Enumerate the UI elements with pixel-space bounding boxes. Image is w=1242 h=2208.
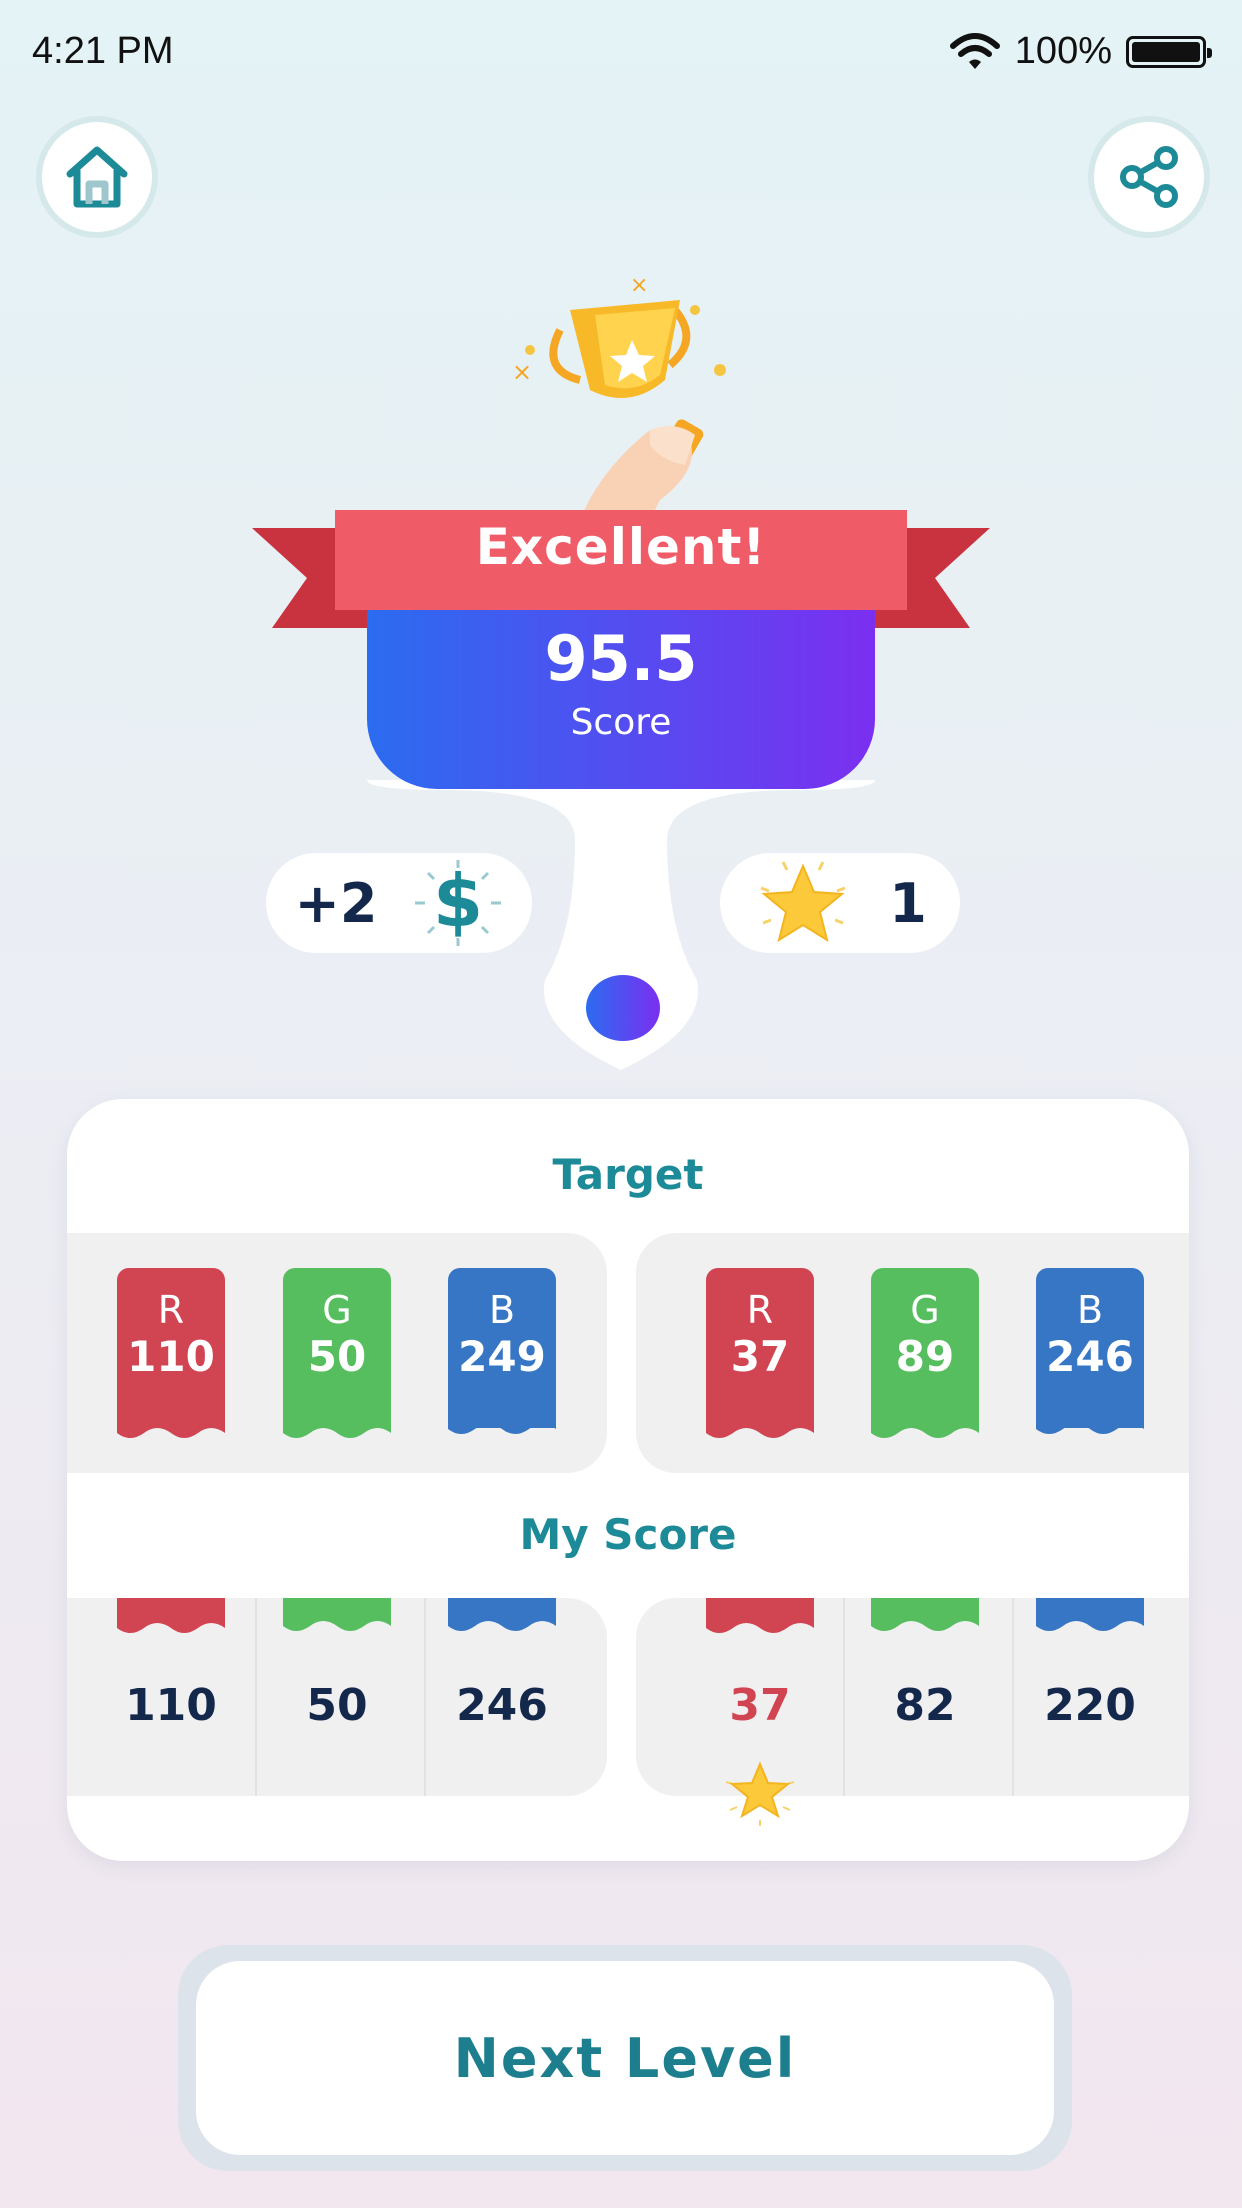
channel-label: R — [157, 1288, 185, 1332]
target-left-r-tag: R 110 — [117, 1268, 225, 1428]
next-level-button[interactable]: Next Level — [196, 1961, 1054, 2155]
channel-label: R — [746, 1288, 774, 1332]
channel-label: B — [1076, 1288, 1104, 1332]
target-left-b-value: 249 — [458, 1332, 546, 1381]
target-right-g-value: 89 — [895, 1332, 955, 1381]
target-right-b-value: 246 — [1046, 1332, 1134, 1381]
coin-reward-value: +2 — [294, 871, 378, 935]
svg-text:$: $ — [433, 859, 483, 943]
target-left-b-tag: B 249 — [448, 1268, 556, 1428]
wifi-icon — [949, 32, 1000, 69]
home-button[interactable] — [36, 116, 158, 238]
target-left-g-tag: G 50 — [283, 1268, 391, 1428]
trophy-icon: × × — [512, 273, 726, 520]
star-reward-value: 1 — [889, 871, 927, 935]
target-left-r-value: 110 — [127, 1332, 215, 1381]
channel-label: G — [910, 1288, 940, 1332]
score-label: Score — [570, 702, 672, 743]
match-star-icon — [725, 1761, 795, 1826]
score-value: 95.5 — [544, 622, 698, 695]
share-icon — [1120, 146, 1178, 208]
star-icon — [760, 861, 846, 943]
battery-percent: 100% — [1014, 30, 1112, 72]
my-score-left-b: 246 — [456, 1680, 548, 1731]
my-score-left-g: 50 — [306, 1680, 368, 1731]
coin-reward: +2 $ — [266, 853, 532, 953]
dollar-icon: $ — [415, 859, 502, 946]
target-left-g-value: 50 — [307, 1332, 367, 1381]
channel-label: B — [488, 1288, 516, 1332]
my-score-title: My Score — [519, 1510, 737, 1559]
svg-text:×: × — [512, 358, 532, 386]
my-score-tag-stubs — [117, 1598, 1144, 1633]
battery-icon — [1126, 35, 1212, 68]
target-right-r-value: 37 — [730, 1332, 790, 1381]
target-right-r-tag: R 37 — [706, 1268, 814, 1428]
my-score-right-b: 220 — [1044, 1680, 1136, 1731]
my-score-right-r: 37 — [729, 1680, 791, 1731]
star-reward: 1 — [720, 853, 960, 953]
result-banner: Excellent! — [475, 518, 767, 576]
my-score-right-g: 82 — [894, 1680, 956, 1731]
channel-label: G — [322, 1288, 352, 1332]
svg-text:×: × — [630, 273, 648, 298]
status-time: 4:21 PM — [32, 30, 174, 72]
target-right-b-tag: B 246 — [1036, 1268, 1144, 1428]
home-icon — [66, 146, 128, 208]
target-tag-waves — [117, 1415, 1144, 1438]
target-right-g-tag: G 89 — [871, 1268, 979, 1428]
target-title: Target — [552, 1150, 704, 1199]
share-button[interactable] — [1088, 116, 1210, 238]
status-indicators: 100% — [949, 30, 1212, 73]
my-score-left-r: 110 — [125, 1680, 217, 1731]
